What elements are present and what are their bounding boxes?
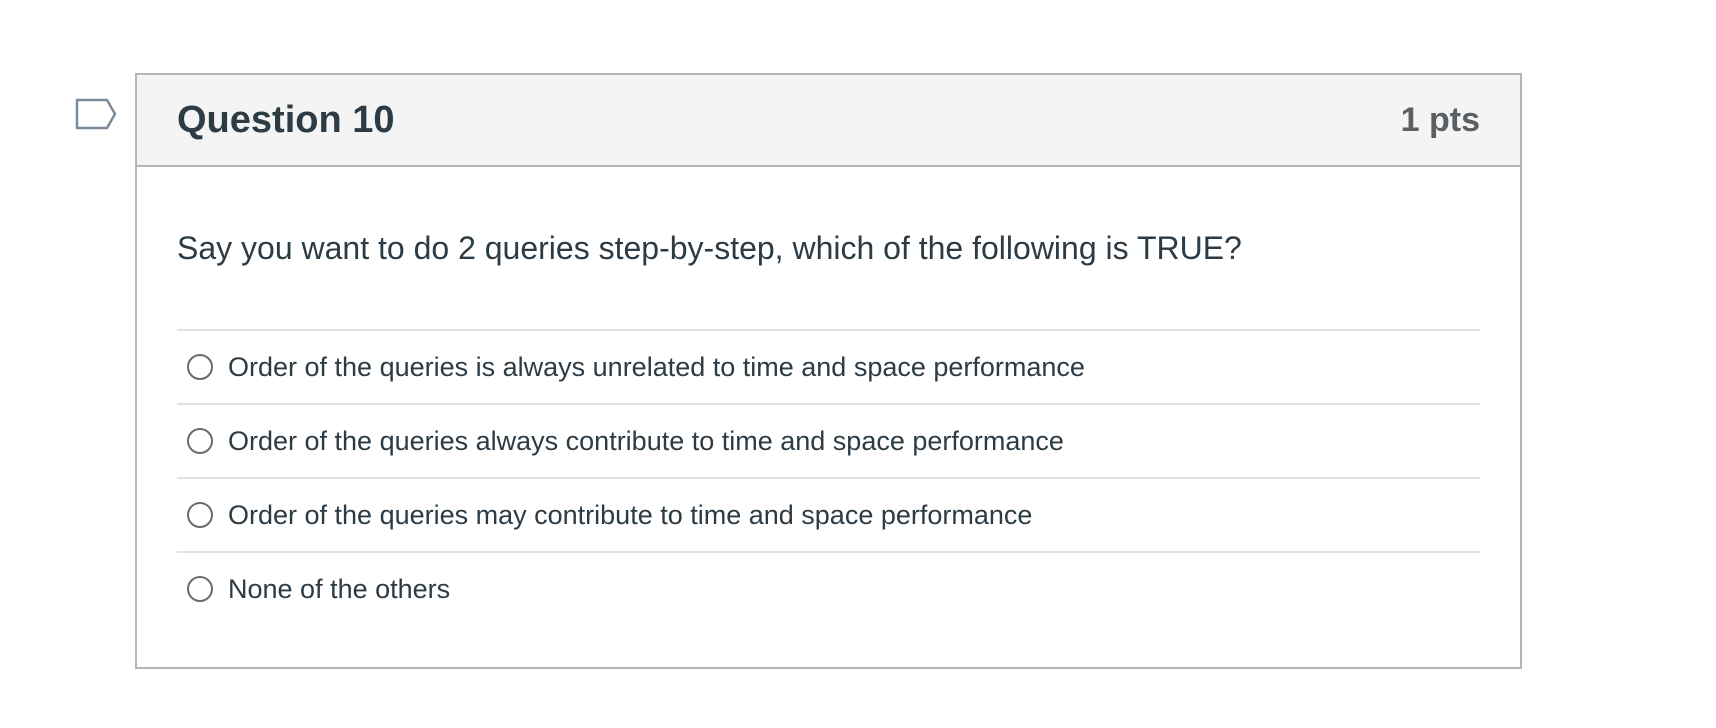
answer-label: None of the others bbox=[228, 574, 451, 604]
question-text: Say you want to do 2 queries step-by-ste… bbox=[177, 230, 1242, 266]
question-body: Say you want to do 2 queries step-by-ste… bbox=[137, 167, 1520, 625]
flag-question-icon[interactable] bbox=[75, 98, 119, 136]
radio-button[interactable] bbox=[187, 428, 213, 454]
answer-option-3[interactable]: Order of the queries may contribute to t… bbox=[177, 477, 1480, 551]
answer-list: Order of the queries is always unrelated… bbox=[177, 329, 1480, 625]
radio-button[interactable] bbox=[187, 502, 213, 528]
answer-option-1[interactable]: Order of the queries is always unrelated… bbox=[177, 329, 1480, 403]
question-card: Question 10 1 pts Say you want to do 2 q… bbox=[135, 73, 1522, 669]
answer-label: Order of the queries may contribute to t… bbox=[228, 500, 1033, 530]
answer-label: Order of the queries is always unrelated… bbox=[228, 352, 1085, 382]
question-header: Question 10 1 pts bbox=[137, 75, 1520, 167]
radio-button[interactable] bbox=[187, 354, 213, 380]
question-points: 1 pts bbox=[1400, 100, 1480, 139]
answer-label: Order of the queries always contribute t… bbox=[228, 426, 1064, 456]
answer-option-4[interactable]: None of the others bbox=[177, 551, 1480, 625]
question-title: Question 10 bbox=[177, 98, 395, 141]
radio-button[interactable] bbox=[187, 576, 213, 602]
answer-option-2[interactable]: Order of the queries always contribute t… bbox=[177, 403, 1480, 477]
